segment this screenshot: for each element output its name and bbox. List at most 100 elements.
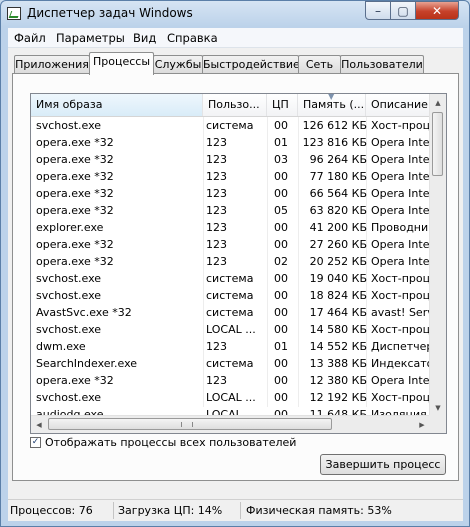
column-header-cpu[interactable]: ЦП	[267, 94, 298, 116]
process-image-name: svchost.exe	[36, 323, 102, 336]
process-row[interactable]: opera.exe *32 123 03 96 264 КБ Opera Inter	[31, 151, 431, 168]
menu-options[interactable]: Параметры	[56, 31, 125, 45]
minimize-button[interactable]: –	[365, 1, 391, 20]
process-description: Хост-проце	[371, 272, 429, 285]
column-label-cpu: ЦП	[272, 98, 289, 111]
process-row[interactable]: opera.exe *32 123 01 123 816 КБ Opera Inter	[31, 134, 431, 151]
process-description: Opera Inter	[371, 238, 429, 251]
column-label-image-name: Имя образа	[36, 98, 103, 111]
column-header-memory[interactable]: ▼ Память (...	[298, 94, 366, 116]
process-image-name: opera.exe *32	[36, 204, 114, 217]
scroll-up-icon[interactable]: ▲	[430, 94, 446, 111]
process-image-name: svchost.exe	[36, 272, 102, 285]
task-manager-window: Диспетчер задач Windows – ▢ ✕ Файл Парам…	[0, 0, 470, 527]
window-title: Диспетчер задач Windows	[27, 6, 193, 20]
tab-networking[interactable]: Сеть	[298, 55, 341, 73]
status-cpu-usage: Загрузка ЦП: 14%	[118, 504, 223, 517]
process-row[interactable]: opera.exe *32 123 00 27 260 КБ Opera Inter	[31, 236, 431, 253]
horizontal-scrollbar[interactable]: ◀ ▶	[31, 415, 431, 433]
title-bar[interactable]: Диспетчер задач Windows – ▢ ✕	[1, 1, 469, 27]
vertical-scroll-thumb[interactable]	[432, 112, 443, 176]
column-label-description: Описание	[371, 98, 428, 111]
process-memory: 14 552 КБ	[309, 340, 367, 353]
maximize-button[interactable]: ▢	[390, 1, 416, 20]
process-memory: 13 388 КБ	[309, 357, 367, 370]
column-header-image-name[interactable]: Имя образа	[31, 94, 203, 116]
process-image-name: svchost.exe	[36, 391, 102, 404]
status-divider	[240, 502, 241, 519]
process-user: LOCAL ...	[206, 391, 256, 404]
process-user: 123	[206, 204, 227, 217]
client-area: Файл Параметры Вид Справка Приложения Пр…	[8, 28, 463, 521]
process-row[interactable]: opera.exe *32 123 00 66 564 КБ Opera Inter	[31, 185, 431, 202]
process-row[interactable]: AvastSvc.exe *32 система 00 17 464 КБ avast!…	[31, 304, 431, 321]
show-all-users-option[interactable]: ✓ Отображать процессы всех пользователей	[30, 434, 296, 450]
process-row[interactable]: opera.exe *32 123 02 20 252 КБ Opera Inter	[31, 253, 431, 270]
process-memory: 63 820 КБ	[309, 204, 367, 217]
process-row[interactable]: svchost.exeLOCAL ...0014 580 КБХост-проц…	[31, 321, 431, 338]
process-row[interactable]: opera.exe *32 123 00 77 180 КБ Opera Inter	[31, 168, 431, 185]
process-image-name: explorer.exe	[36, 221, 104, 234]
close-button[interactable]: ✕	[415, 1, 459, 20]
process-memory: 41 200 КБ	[309, 221, 367, 234]
process-user: 123	[206, 187, 227, 200]
process-memory: 20 252 КБ	[309, 255, 367, 268]
column-header-user[interactable]: Пользо...	[203, 94, 267, 116]
tab-applications[interactable]: Приложения	[14, 55, 90, 73]
show-all-users-checkbox[interactable]: ✓	[30, 436, 41, 448]
tab-services[interactable]: Службы	[153, 55, 203, 73]
process-image-name: SearchIndexer.exe	[36, 357, 138, 370]
process-description: Диспетчер	[371, 340, 429, 353]
menu-help[interactable]: Справка	[167, 31, 218, 45]
menu-view[interactable]: Вид	[133, 31, 156, 45]
status-divider	[113, 502, 114, 519]
process-image-name: opera.exe *32	[36, 255, 114, 268]
process-image-name: dwm.exe	[36, 340, 86, 353]
process-description: Opera Inter	[371, 187, 429, 200]
process-memory: 17 464 КБ	[309, 306, 367, 319]
process-rows: svchost.exeсистема00126 612 КБХост-проце…	[31, 117, 431, 423]
process-description: Opera Inter	[371, 136, 429, 149]
process-row[interactable]: opera.exe *32 123 05 63 820 КБ Opera Inter	[31, 202, 431, 219]
process-memory: 77 180 КБ	[309, 170, 367, 183]
horizontal-scroll-thumb[interactable]	[48, 418, 332, 430]
scroll-right-icon[interactable]: ▶	[414, 416, 430, 433]
show-all-users-label[interactable]: Отображать процессы всех пользователей	[45, 436, 296, 449]
process-image-name: svchost.exe	[36, 119, 102, 132]
process-row[interactable]: SearchIndexer.exe система 00 13 388 КБ Индек…	[31, 355, 431, 372]
tab-strip: Приложения Процессы Службы Быстродействи…	[11, 52, 461, 75]
process-user: 123	[206, 136, 227, 149]
status-bar: Процессов: 76 Загрузка ЦП: 14% Физическа…	[8, 499, 463, 521]
process-description: Opera Inter	[371, 374, 429, 387]
process-row[interactable]: svchost.exeсистема0018 824 КБХост-проце	[31, 287, 431, 304]
scroll-left-icon[interactable]: ◀	[31, 416, 47, 433]
tab-processes[interactable]: Процессы	[89, 52, 154, 75]
menu-file[interactable]: Файл	[14, 31, 46, 45]
scroll-down-icon[interactable]: ▼	[430, 399, 446, 416]
process-user: 123	[206, 238, 227, 251]
process-row[interactable]: dwm.exe 123 01 14 552 КБ Диспетчер	[31, 338, 431, 355]
process-row[interactable]: svchost.exeсистема00126 612 КБХост-проце	[31, 117, 431, 134]
tab-performance[interactable]: Быстродействие	[202, 55, 300, 73]
task-manager-icon	[7, 7, 21, 20]
process-user: 123	[206, 255, 227, 268]
process-row[interactable]: svchost.exeсистема0019 040 КБХост-проце	[31, 270, 431, 287]
process-user: LOCAL ...	[206, 323, 256, 336]
status-physical-memory: Физическая память: 53%	[246, 504, 392, 517]
process-user: система	[206, 289, 254, 302]
vertical-scrollbar[interactable]: ▲ ▼	[429, 94, 446, 416]
process-row[interactable]: opera.exe *32 123 00 12 380 КБ Opera Inter	[31, 372, 431, 389]
process-description: Индексато	[371, 357, 429, 370]
process-list[interactable]: Имя образа Пользо... ЦП ▼ Память (... Опи…	[30, 93, 447, 434]
process-description: Хост-проце	[371, 119, 429, 132]
tab-users[interactable]: Пользователи	[340, 55, 424, 73]
process-row[interactable]: explorer.exe 123 00 41 200 КБ Проводник	[31, 219, 431, 236]
list-header: Имя образа Пользо... ЦП ▼ Память (... Опи…	[31, 94, 446, 117]
process-row[interactable]: svchost.exeLOCAL ...0012 192 КБХост-проц…	[31, 389, 431, 406]
process-image-name: opera.exe *32	[36, 374, 114, 387]
end-process-button[interactable]: Завершить процесс	[320, 454, 446, 475]
process-image-name: opera.exe *32	[36, 170, 114, 183]
column-header-description[interactable]: Описание	[366, 94, 431, 116]
process-image-name: opera.exe *32	[36, 153, 114, 166]
status-process-count: Процессов: 76	[10, 504, 93, 517]
